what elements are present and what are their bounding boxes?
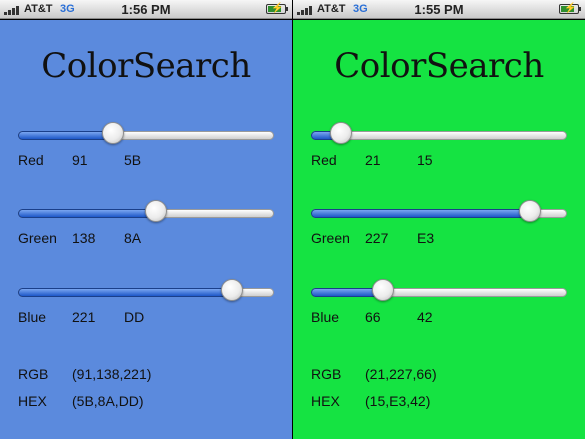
blue-decimal-value: 66: [365, 309, 381, 325]
hex-value: (15,E3,42): [365, 393, 431, 409]
slider-thumb[interactable]: [221, 279, 243, 301]
green-label: Green: [311, 230, 350, 246]
color-screen: ColorSearch Red 21 15 Green 227 E3 Blue …: [293, 20, 585, 439]
red-hex-value: 15: [417, 152, 433, 168]
slider-thumb[interactable]: [102, 122, 124, 144]
green-decimal-value: 227: [365, 230, 389, 246]
blue-label: Blue: [311, 309, 340, 325]
phone-screen-left: AT&T 3G 1:56 PM ⚡ ColorSearch Red 91 5B …: [0, 0, 292, 439]
slider-thumb[interactable]: [145, 200, 167, 222]
blue-slider[interactable]: [311, 279, 567, 307]
hex-label: HEX: [18, 393, 47, 409]
blue-hex-value: DD: [124, 309, 145, 325]
red-slider[interactable]: [311, 122, 567, 150]
red-slider[interactable]: [18, 122, 274, 150]
red-decimal-value: 21: [365, 152, 381, 168]
app-title: ColorSearch: [334, 46, 544, 86]
status-bar: AT&T 3G 1:55 PM ⚡: [293, 0, 585, 19]
slider-thumb[interactable]: [330, 122, 352, 144]
green-slider[interactable]: [18, 200, 274, 228]
status-time: 1:55 PM: [414, 2, 464, 17]
blue-hex-value: 42: [417, 309, 433, 325]
rgb-value: (91,138,221): [72, 366, 152, 382]
blue-label: Blue: [18, 309, 47, 325]
slider-thumb[interactable]: [372, 279, 394, 301]
slider-fill: [18, 288, 232, 297]
green-label: Green: [18, 230, 57, 246]
slider-fill: [18, 131, 113, 140]
rgb-label: RGB: [311, 366, 342, 382]
red-label: Red: [311, 152, 337, 168]
slider-thumb[interactable]: [519, 200, 541, 222]
slider-fill: [18, 209, 156, 218]
slider-fill: [311, 209, 530, 218]
phone-screen-right: AT&T 3G 1:55 PM ⚡ ColorSearch Red 21 15 …: [293, 0, 585, 439]
red-label: Red: [18, 152, 44, 168]
rgb-value: (21,227,66): [365, 366, 437, 382]
red-hex-value: 5B: [124, 152, 142, 168]
status-time: 1:56 PM: [121, 2, 171, 17]
blue-slider[interactable]: [18, 279, 274, 307]
green-slider[interactable]: [311, 200, 567, 228]
red-decimal-value: 91: [72, 152, 88, 168]
hex-label: HEX: [311, 393, 340, 409]
green-decimal-value: 138: [72, 230, 96, 246]
app-title: ColorSearch: [41, 46, 251, 86]
color-screen: ColorSearch Red 91 5B Green 138 8A Blue …: [0, 20, 292, 439]
green-hex-value: E3: [417, 230, 435, 246]
hex-value: (5B,8A,DD): [72, 393, 144, 409]
green-hex-value: 8A: [124, 230, 142, 246]
rgb-label: RGB: [18, 366, 49, 382]
battery-icon: ⚡: [266, 3, 288, 14]
blue-decimal-value: 221: [72, 309, 96, 325]
status-bar: AT&T 3G 1:56 PM ⚡: [0, 0, 292, 19]
battery-icon: ⚡: [559, 3, 581, 14]
